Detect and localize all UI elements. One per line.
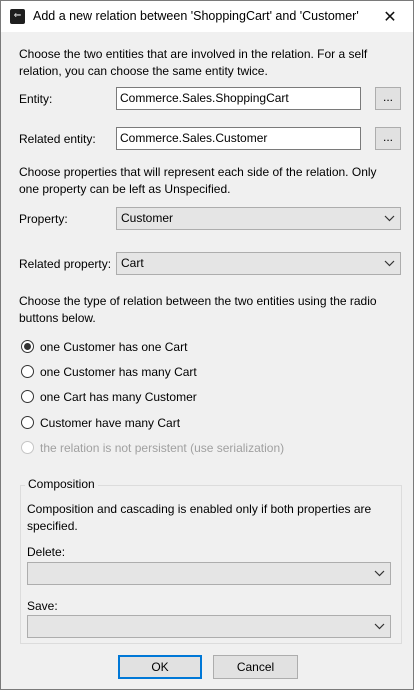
related-property-select[interactable]: Cart: [116, 252, 401, 275]
save-label: Save:: [27, 599, 58, 613]
chevron-down-icon: [384, 260, 395, 267]
radio-label: one Cart has many Customer: [40, 390, 197, 404]
radio-not-persistent: the relation is not persistent (use seri…: [21, 440, 351, 456]
radio-button-checked[interactable]: [21, 340, 34, 353]
properties-intro-text: Choose properties that will represent ea…: [19, 165, 377, 196]
arrow-icon: ⇐: [10, 9, 25, 24]
window-title: Add a new relation between 'ShoppingCart…: [33, 9, 359, 23]
radio-label: Customer have many Cart: [40, 416, 181, 430]
ok-button[interactable]: OK: [118, 655, 202, 679]
radio-one-to-many[interactable]: one Customer has many Cart: [21, 364, 321, 380]
chevron-down-icon: [374, 623, 385, 630]
radio-label: the relation is not persistent (use seri…: [40, 441, 285, 455]
title-bar[interactable]: ⇐ Add a new relation between 'ShoppingCa…: [1, 1, 413, 32]
cancel-button[interactable]: Cancel: [213, 655, 298, 679]
chevron-down-icon: [374, 570, 385, 577]
composition-legend: Composition: [25, 477, 98, 491]
entity-browse-button[interactable]: ...: [375, 87, 401, 110]
save-select[interactable]: [27, 615, 391, 638]
radio-button[interactable]: [21, 416, 34, 429]
entity-field[interactable]: Commerce.Sales.ShoppingCart: [116, 87, 361, 110]
entities-intro-text: Choose the two entities that are involve…: [19, 47, 368, 78]
radio-many-to-one[interactable]: one Cart has many Customer: [21, 389, 321, 405]
composition-description: Composition and cascading is enabled onl…: [27, 502, 372, 533]
entity-label: Entity:: [19, 92, 53, 106]
dialog-window: ⇐ Add a new relation between 'ShoppingCa…: [0, 0, 414, 690]
radio-label: one Customer has one Cart: [40, 340, 188, 354]
related-entity-field[interactable]: Commerce.Sales.Customer: [116, 127, 361, 150]
related-property-label: Related property:: [19, 257, 112, 271]
radio-label: one Customer has many Cart: [40, 365, 197, 379]
relation-type-intro-text: Choose the type of relation between the …: [19, 294, 377, 325]
related-entity-label: Related entity:: [19, 132, 96, 146]
property-select-value: Customer: [121, 211, 174, 225]
related-entity-browse-button[interactable]: ...: [375, 127, 401, 150]
radio-button[interactable]: [21, 365, 34, 378]
close-button[interactable]: ✕: [367, 1, 413, 32]
radio-button-disabled: [21, 441, 34, 454]
radio-button[interactable]: [21, 390, 34, 403]
delete-select[interactable]: [27, 562, 391, 585]
chevron-down-icon: [384, 215, 395, 222]
radio-many-to-many[interactable]: Customer have many Cart: [21, 415, 321, 431]
related-property-select-value: Cart: [121, 256, 144, 270]
property-select[interactable]: Customer: [116, 207, 401, 230]
delete-label: Delete:: [27, 545, 66, 559]
property-label: Property:: [19, 212, 68, 226]
radio-one-to-one[interactable]: one Customer has one Cart: [21, 339, 321, 355]
